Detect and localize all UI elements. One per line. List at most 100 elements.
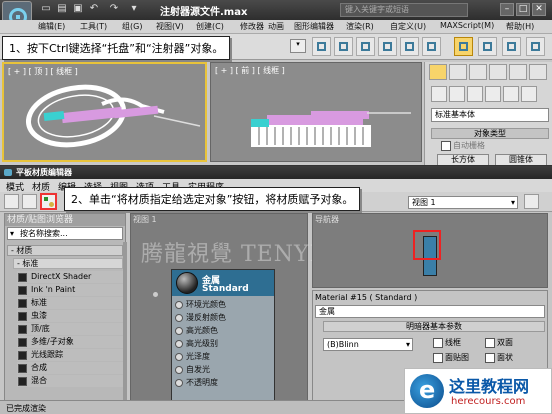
select-rotate-icon[interactable] (334, 37, 353, 56)
node-slot[interactable]: 高光颜色 (172, 324, 274, 337)
step2-callout: 2、单击“将材质指定给选定对象”按钮，将材质赋予对象。 (64, 187, 361, 211)
save-file-icon[interactable]: ▣ (72, 3, 84, 15)
menu-tools[interactable]: 工具(T) (80, 21, 107, 32)
lights-icon[interactable] (467, 86, 483, 102)
list-item-label: 顶/底 (31, 324, 50, 333)
menu-animation[interactable]: 动画 (268, 21, 284, 32)
view-select-dropdown[interactable]: 视图 1 (408, 196, 518, 209)
status-text: 已完成渲染 (6, 404, 46, 413)
shader-basic-params-rollout[interactable]: 明暗器基本参数 (323, 321, 545, 332)
reference-coord-icon[interactable] (378, 37, 397, 56)
angle-snap-icon[interactable] (478, 37, 497, 56)
put-to-scene-icon[interactable] (22, 194, 37, 209)
tray-syringe-front-view (251, 111, 411, 147)
assign-material-to-selection-icon[interactable] (40, 193, 57, 210)
wire-checkbox[interactable]: 线框 (433, 338, 461, 348)
list-item[interactable]: 合成 (17, 362, 123, 374)
project-folder-icon[interactable]: ▾ (128, 3, 140, 15)
faceted-checkbox[interactable]: 面状 (485, 353, 513, 363)
selection-filter-dropdown[interactable]: ▾ (290, 39, 306, 53)
menu-graph-editors[interactable]: 图形编辑器 (294, 21, 334, 32)
list-item-label: 多维/子对象 (31, 337, 74, 346)
material-name-field[interactable]: 金属 (315, 305, 545, 318)
viewport-front[interactable]: [ + ] [ 前 ] [ 线框 ] (210, 62, 422, 162)
snap-toggle-icon[interactable] (454, 37, 473, 56)
list-item-label: 合成 (31, 363, 47, 372)
search-input[interactable]: 键入关键字或短语 (340, 3, 468, 17)
list-item[interactable]: 多维/子对象 (17, 336, 123, 348)
hierarchy-tab-icon[interactable] (469, 64, 487, 80)
menu-create[interactable]: 创建(C) (196, 21, 224, 32)
pivot-center-icon[interactable] (400, 37, 419, 56)
main-menu-bar: 编辑(E) 工具(T) 组(G) 视图(V) 创建(C) 修改器 动画 图形编辑… (0, 20, 552, 34)
menu-view[interactable]: 视图(V) (156, 21, 184, 32)
node-input-dot (153, 292, 158, 297)
utilities-tab-icon[interactable] (529, 64, 547, 80)
step1-callout: 1、按下Ctrl键选择“托盘”和“注射器”对象。 (2, 36, 231, 60)
viewport-top[interactable]: [ + ] [ 顶 ] [ 线框 ] (2, 62, 207, 162)
shader-type-dropdown[interactable]: (B)Blinn (323, 338, 413, 351)
space-warps-icon[interactable] (521, 86, 537, 102)
node-slot[interactable]: 漫反射颜色 (172, 311, 274, 324)
menu-help[interactable]: 帮助(H) (506, 21, 534, 32)
select-move-icon[interactable] (312, 37, 331, 56)
menu-customize[interactable]: 自定义(U) (390, 21, 426, 32)
create-tab-icon[interactable] (429, 64, 447, 80)
site-name: 这里教程网 (449, 377, 530, 396)
display-tab-icon[interactable] (509, 64, 527, 80)
pick-material-icon[interactable] (4, 194, 19, 209)
two-sided-checkbox[interactable]: 双面 (485, 338, 513, 348)
geometry-icon[interactable] (431, 86, 447, 102)
menu-modifiers[interactable]: 修改器 (240, 21, 264, 32)
site-logo-icon (410, 374, 444, 408)
object-category-dropdown[interactable]: 标准基本体 (431, 108, 549, 122)
list-item[interactable]: 虫漆 (17, 310, 123, 322)
materials-group[interactable]: - 材质 (7, 245, 123, 256)
command-panel: 标准基本体 对象类型 自动栅格 长方体 圆锥体 (424, 62, 552, 166)
node-slot[interactable]: 高光级别 (172, 337, 274, 350)
list-item[interactable]: DirectX Shader (17, 271, 123, 283)
select-manipulate-icon[interactable] (422, 37, 441, 56)
maximize-button[interactable]: □ (516, 3, 530, 16)
list-item[interactable]: 标准 (17, 297, 123, 309)
open-file-icon[interactable]: ▤ (56, 3, 68, 15)
shapes-icon[interactable] (449, 86, 465, 102)
navigator-panel[interactable]: 导航器 (312, 213, 548, 288)
node-slot[interactable]: 不透明度 (172, 376, 274, 389)
autogrid-checkbox[interactable]: 自动栅格 (441, 141, 485, 151)
object-type-rollout[interactable]: 对象类型 (431, 128, 549, 139)
cameras-icon[interactable] (485, 86, 501, 102)
face-map-checkbox[interactable]: 面贴图 (433, 353, 469, 363)
undo-icon[interactable]: ↶ (88, 3, 100, 15)
menu-rendering[interactable]: 渲染(R) (346, 21, 374, 32)
close-button[interactable]: ✕ (532, 3, 546, 16)
select-scale-icon[interactable] (356, 37, 375, 56)
node-slot[interactable]: 环境光颜色 (172, 298, 274, 311)
browser-scrollbar[interactable] (123, 242, 127, 402)
new-file-icon[interactable]: ▭ (40, 3, 52, 15)
minimize-button[interactable]: – (500, 3, 514, 16)
motion-tab-icon[interactable] (489, 64, 507, 80)
menu-maxscript[interactable]: MAXScript(M) (440, 21, 494, 30)
standard-subgroup[interactable]: - 标准 (13, 258, 123, 269)
helpers-icon[interactable] (503, 86, 519, 102)
navigator-view-rect[interactable] (413, 230, 441, 260)
menu-group[interactable]: 组(G) (122, 21, 142, 32)
material-icon (18, 299, 27, 308)
list-item[interactable]: 混合 (17, 375, 123, 387)
list-item[interactable]: 光线跟踪 (17, 349, 123, 361)
material-node[interactable]: 金属 Standard 环境光颜色 漫反射颜色 高光颜色 高光级别 光泽度 自发… (171, 269, 275, 407)
list-item[interactable]: 顶/底 (17, 323, 123, 335)
view-options-icon[interactable] (524, 194, 539, 209)
node-slot[interactable]: 光泽度 (172, 350, 274, 363)
node-view[interactable]: 视图 1 腾龍視覺 TENYI.NET 金属 Standard 环境光颜色 漫反… (130, 213, 379, 408)
redo-icon[interactable]: ↷ (108, 3, 120, 15)
node-slot[interactable]: 自发光 (172, 363, 274, 376)
percent-snap-icon[interactable] (502, 37, 521, 56)
browser-search-input[interactable]: 按名称搜索... (7, 227, 123, 240)
menu-edit[interactable]: 编辑(E) (38, 21, 65, 32)
list-item[interactable]: Ink 'n Paint (17, 284, 123, 296)
modify-tab-icon[interactable] (449, 64, 467, 80)
node-header[interactable]: 金属 Standard (172, 270, 274, 296)
spinner-snap-icon[interactable] (526, 37, 545, 56)
